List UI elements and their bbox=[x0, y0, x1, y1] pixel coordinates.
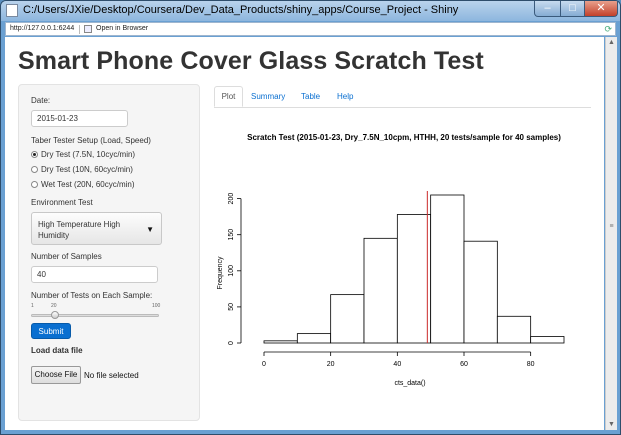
date-input[interactable]: 2015-01-23 bbox=[31, 110, 128, 127]
radio-dry-7-5n[interactable]: Dry Test (7.5N, 10cyc/min) bbox=[31, 150, 135, 159]
environment-label: Environment Test bbox=[31, 198, 93, 207]
refresh-icon[interactable]: ⟳ bbox=[604, 24, 612, 35]
histogram-bar bbox=[330, 294, 365, 344]
close-button[interactable]: ✕ bbox=[584, 1, 618, 17]
tab-table[interactable]: Table bbox=[301, 87, 320, 107]
submit-button[interactable]: Submit bbox=[31, 323, 71, 339]
histogram-bar bbox=[463, 240, 498, 344]
x-tick-label: 0 bbox=[262, 361, 266, 368]
scroll-grip-icon[interactable]: ≡ bbox=[607, 223, 616, 233]
environment-select[interactable]: High Temperature High Humidity ▼ bbox=[31, 212, 162, 245]
maximize-button[interactable]: □ bbox=[560, 1, 585, 17]
radio-dot[interactable] bbox=[31, 166, 38, 173]
radio-label: Wet Test (20N, 60cyc/min) bbox=[41, 180, 135, 189]
histogram-bar bbox=[430, 194, 465, 344]
samples-input[interactable]: 40 bbox=[31, 266, 158, 283]
environment-value: High Temperature High Humidity bbox=[38, 220, 121, 240]
browser-icon[interactable] bbox=[84, 25, 92, 33]
radio-label: Dry Test (7.5N, 10cyc/min) bbox=[41, 150, 136, 159]
minimize-button[interactable]: – bbox=[534, 1, 561, 17]
tab-bar: Plot Summary Table Help bbox=[214, 85, 591, 108]
tab-help[interactable]: Help bbox=[337, 87, 353, 107]
slider-max: 100 bbox=[152, 303, 161, 309]
y-tick-label: 100 bbox=[228, 265, 235, 277]
histogram-bar bbox=[296, 333, 332, 344]
taber-setup-label: Taber Tester Setup (Load, Speed) bbox=[31, 136, 151, 145]
load-data-label: Load data file bbox=[31, 346, 83, 355]
y-tick-label: 0 bbox=[228, 341, 235, 345]
address-bar: http://127.0.0.1:6244 Open in Browser ⟳ bbox=[5, 22, 616, 36]
histogram-bar bbox=[396, 214, 432, 344]
slider-value: 20 bbox=[51, 303, 57, 309]
app-window: C:/Users/JXie/Desktop/Coursera/Dev_Data_… bbox=[0, 0, 621, 435]
vertical-scrollbar[interactable]: ▲ ≡ ▼ bbox=[605, 37, 617, 430]
scroll-down-icon[interactable]: ▼ bbox=[608, 421, 615, 428]
radio-dot[interactable] bbox=[31, 181, 38, 188]
x-tick-label: 40 bbox=[393, 361, 401, 368]
app-icon bbox=[6, 4, 18, 17]
scroll-up-icon[interactable]: ▲ bbox=[608, 39, 615, 46]
y-tick-label: 50 bbox=[228, 303, 235, 311]
chart-title: Scratch Test (2015-01-23, Dry_7.5N_10cpm… bbox=[247, 133, 561, 142]
histogram-bar bbox=[496, 315, 532, 344]
date-label: Date: bbox=[31, 96, 51, 105]
divider bbox=[79, 25, 80, 34]
url-text: http://127.0.0.1:6244 bbox=[10, 25, 75, 32]
radio-wet-20n[interactable]: Wet Test (20N, 60cyc/min) bbox=[31, 180, 135, 189]
slider-handle[interactable] bbox=[51, 311, 59, 319]
radio-dry-10n[interactable]: Dry Test (10N, 60cyc/min) bbox=[31, 165, 133, 174]
y-tick-label: 200 bbox=[228, 193, 235, 205]
histogram-chart: Scratch Test (2015-01-23, Dry_7.5N_10cpm… bbox=[217, 133, 565, 387]
file-status: No file selected bbox=[84, 371, 139, 380]
tests-slider[interactable]: 1 20 100 bbox=[31, 303, 161, 323]
tab-plot[interactable]: Plot bbox=[214, 86, 243, 107]
sidebar-panel: Date: 2015-01-23 Taber Tester Setup (Loa… bbox=[18, 84, 200, 421]
samples-label: Number of Samples bbox=[31, 252, 102, 261]
choose-file-button[interactable]: Choose File bbox=[31, 366, 81, 384]
open-in-browser-link[interactable]: Open in Browser bbox=[96, 25, 148, 32]
x-tick-label: 20 bbox=[327, 361, 335, 368]
caret-down-icon: ▼ bbox=[146, 225, 154, 234]
title-bar: C:/Users/JXie/Desktop/Coursera/Dev_Data_… bbox=[1, 1, 620, 21]
histogram-bar bbox=[363, 237, 398, 344]
x-axis-label: cts_data() bbox=[394, 380, 425, 387]
x-tick-label: 80 bbox=[527, 361, 535, 368]
page-content: Smart Phone Cover Glass Scratch Test Dat… bbox=[5, 37, 617, 430]
radio-label: Dry Test (10N, 60cyc/min) bbox=[41, 165, 133, 174]
tab-summary[interactable]: Summary bbox=[251, 87, 285, 107]
tests-label: Number of Tests on Each Sample: bbox=[31, 291, 153, 300]
slider-min: 1 bbox=[31, 303, 34, 309]
histogram-bar bbox=[530, 336, 565, 344]
x-tick-label: 60 bbox=[460, 361, 468, 368]
page-title: Smart Phone Cover Glass Scratch Test bbox=[18, 47, 484, 75]
histogram-bar bbox=[263, 340, 298, 344]
y-tick-label: 150 bbox=[228, 229, 235, 241]
radio-dot-selected[interactable] bbox=[31, 151, 38, 158]
y-axis-label: Frequency bbox=[217, 256, 224, 290]
window-title: C:/Users/JXie/Desktop/Coursera/Dev_Data_… bbox=[23, 4, 459, 16]
